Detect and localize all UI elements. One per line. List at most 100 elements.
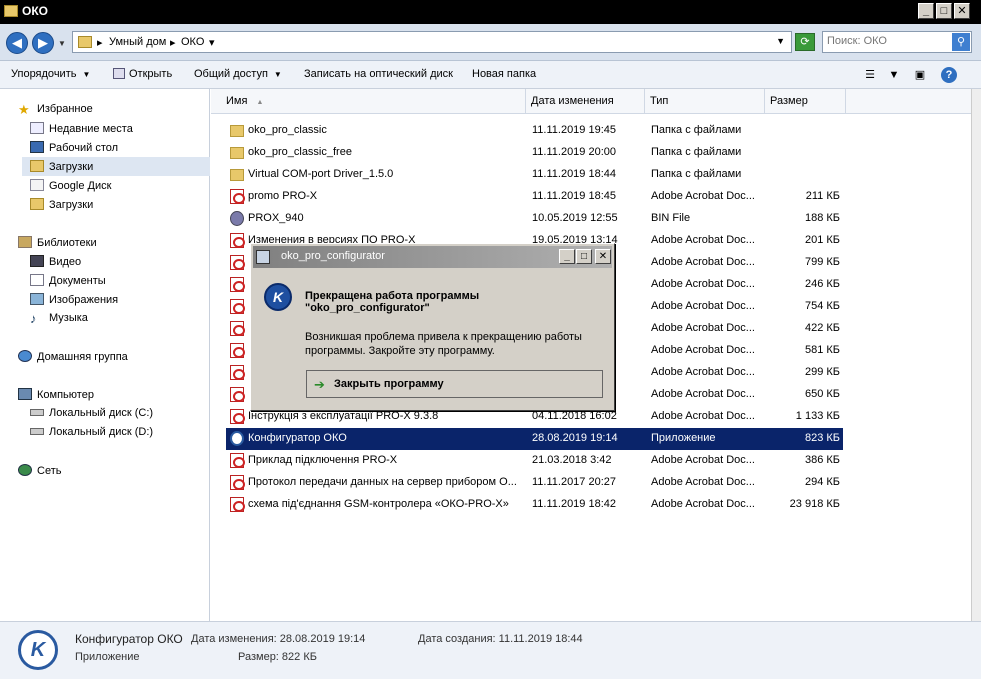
nav-label: Документы bbox=[49, 275, 106, 287]
search-box[interactable]: ⚲ bbox=[822, 31, 972, 53]
details-size: Размер: 822 КБ bbox=[238, 651, 317, 663]
hard-drive-icon bbox=[30, 428, 44, 435]
video-icon bbox=[30, 255, 44, 267]
file-type: Adobe Acrobat Doc... bbox=[651, 256, 755, 268]
preview-pane-icon[interactable]: ▣ bbox=[912, 68, 928, 82]
nav-computer[interactable]: Компьютер bbox=[18, 388, 94, 401]
dialog-titlebar[interactable]: oko_pro_configurator _ □ ✕ bbox=[253, 246, 612, 268]
column-type[interactable]: Тип bbox=[645, 89, 765, 114]
nav-gdrive[interactable]: Google Диск bbox=[30, 179, 111, 192]
folder-icon bbox=[4, 5, 18, 17]
forward-button[interactable]: ▶ bbox=[32, 32, 54, 54]
file-name: oko_pro_classic_free bbox=[248, 146, 352, 158]
nav-video[interactable]: Видео bbox=[30, 255, 81, 268]
file-date: 10.05.2019 12:55 bbox=[532, 212, 618, 224]
network-icon bbox=[18, 464, 32, 476]
nav-desktop[interactable]: Рабочий стол bbox=[30, 141, 118, 154]
file-row[interactable]: promo PRO-X 11.11.2019 18:45 Adobe Acrobat… bbox=[226, 186, 843, 208]
nav-disk-c[interactable]: Локальный диск (C:) bbox=[30, 407, 153, 419]
open-button[interactable]: Открыть bbox=[113, 68, 172, 80]
nav-libraries[interactable]: Библиотеки bbox=[18, 236, 97, 249]
view-dropdown-icon[interactable]: ▼ bbox=[886, 68, 902, 82]
file-row[interactable]: схема під'єднання GSM-контролера «ОКО-PR… bbox=[226, 494, 843, 516]
file-type: Adobe Acrobat Doc... bbox=[651, 388, 755, 400]
new-folder-button[interactable]: Новая папка bbox=[472, 68, 536, 80]
address-field[interactable]: ▸ Умный дом ▸ ОКО ▾ ▼ bbox=[72, 31, 792, 53]
column-label: Имя bbox=[226, 95, 248, 107]
file-type: Приложение bbox=[651, 432, 716, 444]
file-row[interactable]: oko_pro_classic 11.11.2019 19:45 Папка с ф… bbox=[226, 120, 843, 142]
search-input[interactable] bbox=[827, 35, 947, 47]
file-row[interactable]: Приклад підключення PRO-X 21.03.2018 3:42… bbox=[226, 450, 843, 472]
app-icon: K bbox=[264, 283, 292, 311]
details-modified: Дата изменения: 28.08.2019 19:14 bbox=[191, 633, 366, 645]
file-row[interactable]: oko_pro_classic_free 11.11.2019 20:00 Папк… bbox=[226, 142, 843, 164]
minimize-button[interactable]: _ bbox=[918, 3, 934, 19]
file-row[interactable]: Virtual COM-port Driver_1.5.0 11.11.2019 … bbox=[226, 164, 843, 186]
search-icon[interactable]: ⚲ bbox=[952, 33, 970, 51]
nav-label: Библиотеки bbox=[37, 237, 97, 249]
dialog-maximize-button[interactable]: □ bbox=[576, 249, 592, 264]
navigation-pane: ★ Избранное Недавние места Рабочий стол З… bbox=[0, 89, 210, 621]
nav-documents[interactable]: Документы bbox=[30, 274, 106, 287]
nav-label: Музыка bbox=[49, 312, 88, 324]
breadcrumb-oko[interactable]: ОКО bbox=[181, 36, 204, 48]
file-date: 11.11.2017 20:27 bbox=[532, 476, 617, 488]
crumb-separator-icon[interactable]: ▸ bbox=[97, 36, 103, 49]
nav-images[interactable]: Изображения bbox=[30, 293, 118, 306]
pdf-file-icon bbox=[230, 277, 245, 292]
dialog-heading: Прекращена работа программы "oko_pro_con… bbox=[305, 290, 480, 314]
file-type: Adobe Acrobat Doc... bbox=[651, 476, 755, 488]
nav-label: Компьютер bbox=[37, 389, 94, 401]
close-button[interactable]: ✕ bbox=[954, 3, 970, 19]
nav-downloads-2[interactable]: Загрузки bbox=[30, 198, 93, 211]
nav-recent[interactable]: Недавние места bbox=[30, 122, 133, 135]
file-date: 11.11.2019 18:45 bbox=[532, 190, 617, 202]
file-type: Adobe Acrobat Doc... bbox=[651, 234, 755, 246]
nav-disk-d[interactable]: Локальный диск (D:) bbox=[30, 426, 153, 438]
nav-label: Видео bbox=[49, 256, 82, 268]
pictures-icon bbox=[30, 293, 44, 305]
history-dropdown-icon[interactable]: ▼ bbox=[58, 39, 68, 49]
file-type: Adobe Acrobat Doc... bbox=[651, 300, 755, 312]
organize-button[interactable]: Упорядочить ▼ bbox=[11, 68, 90, 80]
window-titlebar[interactable]: ОКО _ □ ✕ bbox=[0, 0, 981, 24]
dialog-close-button[interactable]: ✕ bbox=[595, 249, 611, 264]
column-date[interactable]: Дата изменения bbox=[526, 89, 645, 114]
nav-music[interactable]: ♪ Музыка bbox=[30, 312, 88, 325]
star-icon: ★ bbox=[18, 102, 30, 117]
file-size: 201 КБ bbox=[804, 234, 840, 246]
nav-homegroup[interactable]: Домашняя группа bbox=[18, 350, 128, 363]
file-type: Adobe Acrobat Doc... bbox=[651, 322, 755, 334]
address-dropdown-icon[interactable]: ▼ bbox=[776, 36, 785, 46]
back-button[interactable]: ◀ bbox=[6, 32, 28, 54]
open-label: Открыть bbox=[129, 68, 173, 80]
maximize-button[interactable]: □ bbox=[936, 3, 952, 19]
view-options-icon[interactable]: ☰ bbox=[862, 68, 878, 82]
breadcrumb-umnyi-dom[interactable]: Умный дом bbox=[109, 36, 166, 48]
dialog-minimize-button[interactable]: _ bbox=[559, 249, 575, 264]
file-name: promo PRO-X bbox=[248, 190, 318, 202]
burn-button[interactable]: Записать на оптический диск bbox=[304, 68, 453, 80]
help-icon[interactable]: ? bbox=[941, 67, 957, 83]
crumb-separator-icon[interactable]: ▾ bbox=[209, 36, 215, 49]
address-bar-area: ◀ ▶ ▼ ▸ Умный дом ▸ ОКО ▾ ▼ ⟳ ⚲ bbox=[0, 24, 981, 61]
column-size[interactable]: Размер bbox=[765, 89, 846, 114]
close-program-button[interactable]: ➔ Закрыть программу bbox=[306, 370, 603, 398]
crumb-separator-icon[interactable]: ▸ bbox=[170, 36, 176, 49]
nav-downloads[interactable]: Загрузки bbox=[22, 157, 210, 176]
refresh-button[interactable]: ⟳ bbox=[795, 33, 815, 51]
arrow-right-icon: ➔ bbox=[314, 377, 325, 392]
share-button[interactable]: Общий доступ ▼ bbox=[194, 68, 282, 80]
nav-favorites[interactable]: ★ Избранное bbox=[18, 103, 93, 116]
file-row[interactable]: Конфигуратор ОКО 28.08.2019 19:14 Приложен… bbox=[226, 428, 843, 450]
file-row[interactable]: PROX_940 10.05.2019 12:55 BIN File 188 КБ bbox=[226, 208, 843, 230]
nav-label: Загрузки bbox=[49, 161, 94, 173]
file-type: Adobe Acrobat Doc... bbox=[651, 366, 755, 378]
file-date: 11.11.2019 19:45 bbox=[532, 124, 617, 136]
file-row[interactable]: Протокол передачи данных на сервер прибо… bbox=[226, 472, 843, 494]
vertical-scrollbar[interactable] bbox=[971, 89, 981, 621]
close-program-label: Закрыть программу bbox=[334, 378, 444, 390]
column-name[interactable]: Имя ▲ bbox=[221, 89, 526, 114]
nav-network[interactable]: Сеть bbox=[18, 464, 61, 477]
